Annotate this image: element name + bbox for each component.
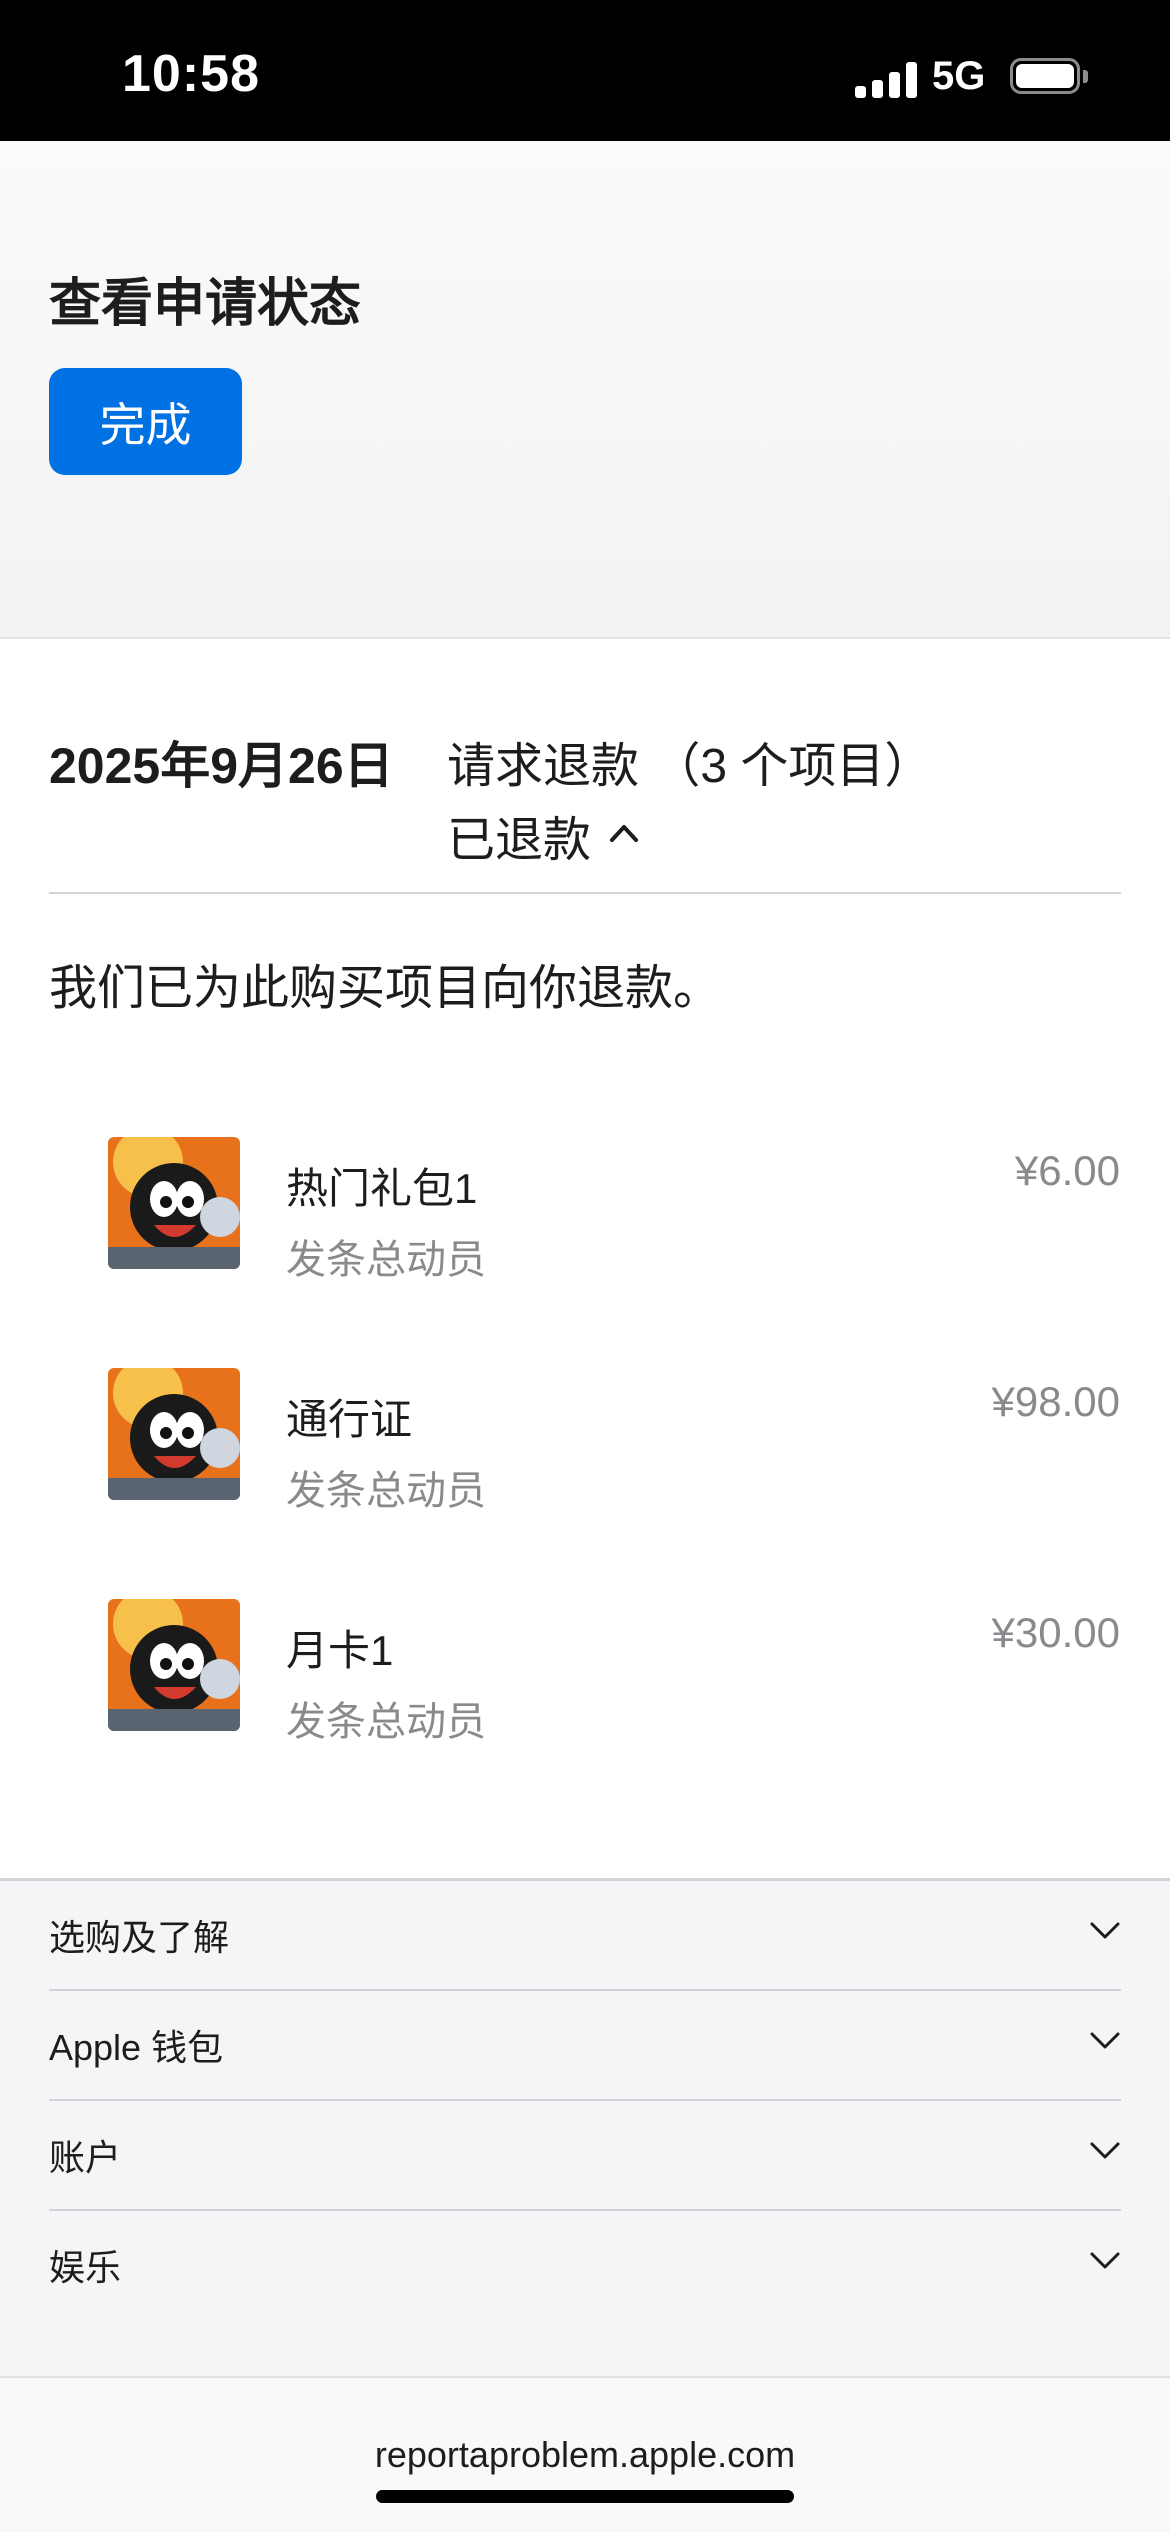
footer-link-label: 娱乐 xyxy=(49,2247,122,2288)
item-app-name: 发条总动员 xyxy=(286,1469,486,1513)
footer-link-label: Apple 钱包 xyxy=(49,2027,224,2068)
item-app-name: 发条总动员 xyxy=(286,1700,486,1744)
footer-nav: 选购及了解 Apple 钱包 账户 娱乐 xyxy=(0,1878,1170,2376)
footer-link-label: 选购及了解 xyxy=(49,1917,230,1958)
battery-cap xyxy=(1083,70,1088,83)
footer-link-shop[interactable]: 选购及了解 xyxy=(49,1881,1121,1991)
footer-link-account[interactable]: 账户 xyxy=(49,2101,1121,2211)
request-status-toggle[interactable]: 已退款 xyxy=(447,800,591,870)
status-bar: 10:58 5G xyxy=(0,0,1170,141)
battery-icon xyxy=(1010,58,1080,94)
home-indicator[interactable] xyxy=(376,2490,794,2503)
item-name: 通行证 xyxy=(286,1396,413,1443)
item-name: 热门礼包1 xyxy=(286,1165,478,1212)
chevron-down-icon xyxy=(1090,2032,1120,2049)
request-title: 请求退款 （3 个项目） xyxy=(447,740,933,793)
signal-icon xyxy=(855,60,917,98)
page: 10:58 5G 查看申请状态 完成 2025年9月26日 请求退款 （3 个项… xyxy=(0,0,1170,2532)
list-item: 通行证 发条总动员 ¥98.00 xyxy=(0,1368,1170,1513)
game-app-icon xyxy=(108,1137,240,1269)
item-price: ¥30.00 xyxy=(991,1609,1120,1656)
game-app-icon xyxy=(108,1599,240,1731)
game-app-icon xyxy=(108,1368,240,1500)
item-price: ¥98.00 xyxy=(991,1378,1120,1425)
footer-link-entertainment[interactable]: 娱乐 xyxy=(49,2211,1121,2321)
footer-link-wallet[interactable]: Apple 钱包 xyxy=(49,1991,1121,2101)
page-title: 查看申请状态 xyxy=(49,275,362,333)
chevron-down-icon xyxy=(1090,2142,1120,2159)
chevron-down-icon xyxy=(1090,2252,1120,2269)
chevron-up-icon[interactable] xyxy=(609,822,639,844)
item-app-name: 发条总动员 xyxy=(286,1238,486,1282)
done-button[interactable]: 完成 xyxy=(49,368,242,475)
network-label: 5G xyxy=(932,54,986,98)
url-text: reportaproblem.apple.com xyxy=(374,2434,796,2475)
list-item: 热门礼包1 发条总动员 ¥6.00 xyxy=(0,1137,1170,1282)
chevron-down-icon xyxy=(1090,1922,1120,1939)
item-name: 月卡1 xyxy=(286,1627,394,1674)
browser-url-bar[interactable]: reportaproblem.apple.com xyxy=(0,2376,1170,2532)
refund-message: 我们已为此购买项目向你退款。 xyxy=(49,962,722,1015)
divider xyxy=(49,892,1121,894)
status-time: 10:58 xyxy=(122,45,260,103)
list-item: 月卡1 发条总动员 ¥30.00 xyxy=(0,1599,1170,1744)
footer-link-label: 账户 xyxy=(49,2137,122,2178)
item-price: ¥6.00 xyxy=(1014,1147,1120,1194)
request-date: 2025年9月26日 xyxy=(49,738,394,794)
header: 查看申请状态 完成 xyxy=(0,141,1170,639)
